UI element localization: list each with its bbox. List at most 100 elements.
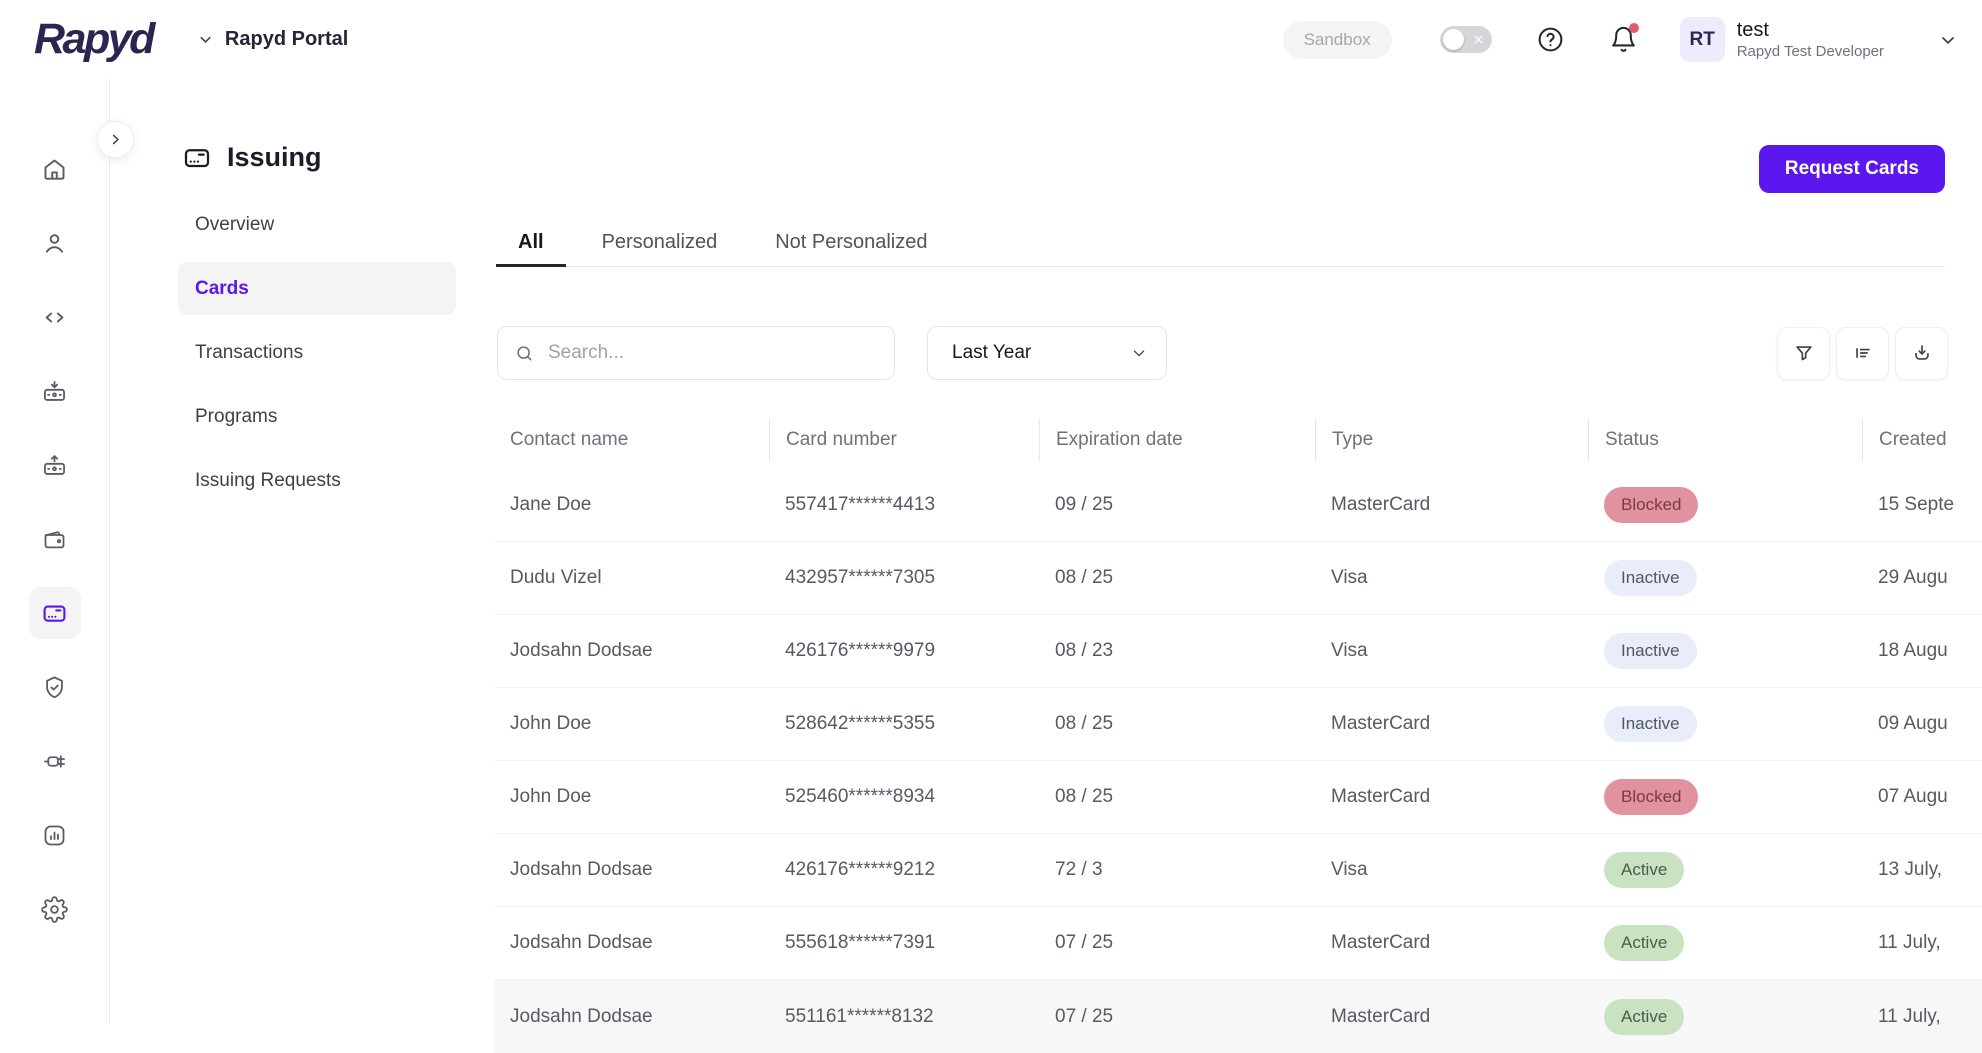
page-title: Issuing	[182, 142, 322, 173]
tab-not-personalized[interactable]: Not Personalized	[753, 210, 949, 267]
table-row[interactable]: John Doe 528642******5355 08 / 25 Master…	[494, 688, 1982, 761]
table-row[interactable]: Jane Doe 557417******4413 09 / 25 Master…	[494, 469, 1982, 542]
nav-collect-button[interactable]	[29, 365, 81, 417]
cell-created: 09 Augu	[1862, 713, 1982, 735]
cell-created: 13 July,	[1862, 859, 1982, 881]
icon-sidebar	[0, 79, 110, 1024]
cell-type: Visa	[1315, 640, 1588, 662]
cell-contact-name: Jodsahn Dodsae	[494, 859, 769, 881]
cell-contact-name: John Doe	[494, 786, 769, 808]
search-input[interactable]	[548, 342, 878, 364]
search-icon	[514, 343, 535, 364]
nav-reports-button[interactable]	[29, 809, 81, 861]
cell-created: 29 Augu	[1862, 567, 1982, 589]
cell-card-number: 557417******4413	[769, 494, 1039, 516]
sidebar-item-programs[interactable]: Programs	[178, 390, 456, 443]
sidebar-expand-button[interactable]	[97, 121, 134, 158]
nav-home-button[interactable]	[29, 143, 81, 195]
cell-type: MasterCard	[1315, 932, 1588, 954]
table-row[interactable]: Jodsahn Dodsae 555618******7391 07 / 25 …	[494, 907, 1982, 980]
sandbox-toggle[interactable]	[1440, 26, 1492, 53]
page-title-label: Issuing	[227, 142, 322, 173]
cell-status: Inactive	[1588, 560, 1862, 596]
status-badge: Inactive	[1604, 633, 1697, 669]
submenu-items: Overview Cards Transactions Programs Issuing…	[178, 198, 456, 518]
tab-all[interactable]: All	[496, 210, 566, 267]
nav-compliance-button[interactable]	[29, 661, 81, 713]
portal-label: Rapyd Portal	[225, 28, 348, 51]
cell-status: Inactive	[1588, 706, 1862, 742]
sort-button[interactable]	[1836, 327, 1889, 380]
rapyd-logo[interactable]: Rapyd	[34, 15, 153, 64]
cell-created: 18 Augu	[1862, 640, 1982, 662]
toggle-knob	[1443, 29, 1464, 50]
column-header-status: Status	[1588, 419, 1862, 461]
cell-status: Blocked	[1588, 487, 1862, 523]
nav-settings-button[interactable]	[29, 883, 81, 935]
shield-check-icon	[41, 674, 68, 701]
cell-expiration-date: 07 / 25	[1039, 932, 1315, 954]
nav-wallets-button[interactable]	[29, 513, 81, 565]
cell-contact-name: Jane Doe	[494, 494, 769, 516]
header-actions: Sandbox RT test Rapyd Test Developer	[1283, 17, 1958, 62]
tab-personalized[interactable]: Personalized	[580, 210, 740, 267]
collect-icon	[41, 378, 68, 405]
table-row[interactable]: Jodsahn Dodsae 426176******9212 72 / 3 V…	[494, 834, 1982, 907]
sidebar-item-overview[interactable]: Overview	[178, 198, 456, 251]
help-button[interactable]	[1536, 25, 1565, 54]
cell-contact-name: Dudu Vizel	[494, 567, 769, 589]
column-header-contact-name: Contact name	[494, 419, 769, 461]
table-body: Jane Doe 557417******4413 09 / 25 Master…	[494, 469, 1982, 1053]
portal-selector[interactable]: Rapyd Portal	[197, 28, 348, 51]
request-cards-button[interactable]: Request Cards	[1759, 145, 1945, 193]
cell-contact-name: John Doe	[494, 713, 769, 735]
toggle-off-icon	[1473, 34, 1484, 45]
nav-issuing-button[interactable]	[29, 587, 81, 639]
sidebar-item-issuing-requests[interactable]: Issuing Requests	[178, 454, 456, 507]
status-badge: Blocked	[1604, 779, 1698, 815]
nav-developers-button[interactable]	[29, 291, 81, 343]
help-icon	[1536, 25, 1565, 54]
download-icon	[1911, 342, 1933, 364]
table-row[interactable]: Dudu Vizel 432957******7305 08 / 25 Visa…	[494, 542, 1982, 615]
table-row[interactable]: John Doe 525460******8934 08 / 25 Master…	[494, 761, 1982, 834]
cell-expiration-date: 08 / 25	[1039, 567, 1315, 589]
chevron-right-icon	[108, 132, 123, 147]
table-row[interactable]: Jodsahn Dodsae 426176******9979 08 / 23 …	[494, 615, 1982, 688]
cell-type: MasterCard	[1315, 494, 1588, 516]
user-menu-button[interactable]	[1938, 30, 1958, 50]
main-content: Request Cards AllPersonalizedNot Persona…	[494, 79, 1982, 1024]
download-button[interactable]	[1895, 327, 1948, 380]
cell-status: Active	[1588, 925, 1862, 961]
cards-table: Contact nameCard numberExpiration dateTy…	[494, 411, 1982, 1053]
status-badge: Blocked	[1604, 487, 1698, 523]
notifications-button[interactable]	[1609, 25, 1638, 54]
date-filter-dropdown[interactable]: Last Year	[927, 326, 1167, 380]
person-icon	[41, 230, 68, 257]
filter-button[interactable]	[1777, 327, 1830, 380]
cell-status: Active	[1588, 852, 1862, 888]
home-icon	[41, 156, 68, 183]
sidebar-item-cards[interactable]: Cards	[178, 262, 456, 315]
bar-chart-icon	[41, 822, 68, 849]
tabs: AllPersonalizedNot Personalized	[496, 210, 1945, 267]
search-box[interactable]	[497, 326, 895, 380]
cell-created: 07 Augu	[1862, 786, 1982, 808]
nav-clients-button[interactable]	[29, 217, 81, 269]
table-row[interactable]: Jodsahn Dodsae 551161******8132 07 / 25 …	[494, 980, 1982, 1053]
user-meta: test Rapyd Test Developer	[1737, 19, 1884, 60]
disburse-icon	[41, 452, 68, 479]
status-badge: Inactive	[1604, 560, 1697, 596]
sandbox-badge: Sandbox	[1283, 21, 1392, 59]
cell-type: Visa	[1315, 859, 1588, 881]
cell-type: Visa	[1315, 567, 1588, 589]
cell-expiration-date: 08 / 23	[1039, 640, 1315, 662]
status-badge: Active	[1604, 852, 1684, 888]
nav-disburse-button[interactable]	[29, 439, 81, 491]
cell-created: 15 Septe	[1862, 494, 1982, 516]
column-header-created: Created	[1862, 419, 1982, 461]
nav-integrations-button[interactable]	[29, 735, 81, 787]
sidebar-item-transactions[interactable]: Transactions	[178, 326, 456, 379]
gear-icon	[41, 896, 68, 923]
user-avatar[interactable]: RT	[1680, 17, 1725, 62]
